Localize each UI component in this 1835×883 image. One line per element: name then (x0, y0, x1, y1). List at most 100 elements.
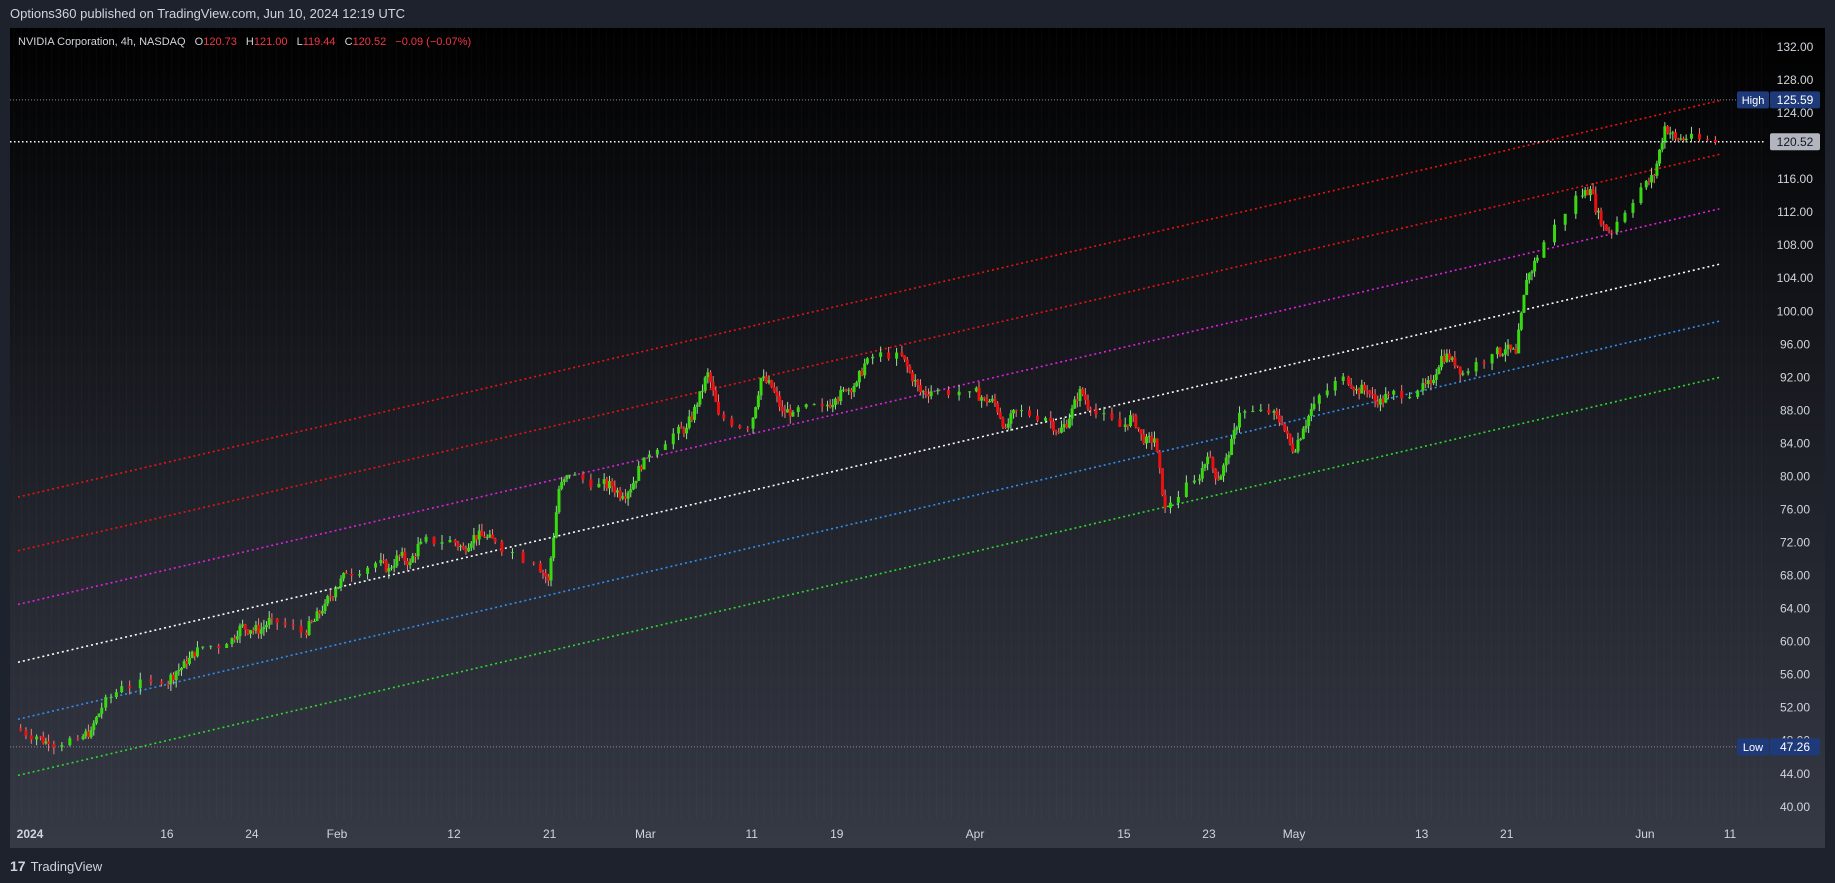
price-tick-label: 84.00 (1780, 436, 1810, 450)
candle-body (1527, 273, 1531, 280)
candle-body (68, 738, 72, 746)
candle-body (379, 559, 383, 564)
price-tick-label: 68.00 (1780, 569, 1810, 583)
candle-body (1644, 180, 1648, 188)
candle-body (1674, 132, 1678, 139)
candle-body (1623, 212, 1627, 222)
tradingview-logo[interactable]: 17 TradingView (10, 858, 102, 874)
candle-body (500, 541, 504, 553)
candle-body (1006, 423, 1010, 428)
candle-body (24, 730, 28, 736)
candle-body (607, 481, 611, 489)
candle-body (695, 404, 699, 407)
candle-body (1370, 394, 1374, 396)
candle-body (1208, 456, 1212, 458)
candle-body (716, 401, 720, 415)
candle-body (1341, 376, 1345, 382)
candle-body (568, 474, 572, 476)
candle-body (1535, 257, 1539, 261)
candle-body (174, 671, 178, 681)
candle-body (1506, 344, 1510, 350)
candle-body (924, 391, 928, 395)
candle-body (847, 389, 851, 391)
candle-body (1070, 408, 1074, 419)
candle-body (762, 376, 766, 379)
time-tick-label: 11 (745, 827, 758, 841)
price-tick-label: 80.00 (1780, 469, 1810, 483)
candle-body (1219, 475, 1223, 480)
price-chart[interactable]: 40.0044.0048.0052.0056.0060.0064.0068.00… (0, 0, 1835, 848)
candle-body (1123, 424, 1127, 427)
candle-body (177, 669, 181, 672)
candle-body (81, 736, 85, 740)
candle-body (1259, 409, 1263, 411)
candle-body (331, 597, 335, 599)
high-value: 125.59 (1777, 93, 1814, 107)
candle-body (41, 736, 45, 744)
candle-body (1530, 271, 1534, 274)
candle-body (299, 626, 303, 633)
candle-body (1352, 387, 1356, 391)
time-tick-label: 24 (245, 827, 259, 841)
candle-body (621, 496, 625, 499)
candle-body (1028, 410, 1032, 416)
candle-body (905, 359, 909, 367)
price-tick-label: 76.00 (1780, 502, 1810, 516)
candle-body (120, 686, 124, 693)
candle-body (993, 398, 997, 403)
candle-body (1243, 411, 1247, 413)
candle-body (1238, 412, 1242, 428)
candle-body (618, 490, 622, 499)
candle-body (1384, 393, 1388, 403)
time-tick-label: 11 (1724, 827, 1737, 841)
candle-body (259, 629, 263, 634)
price-tick-label: 88.00 (1780, 403, 1810, 417)
candle-body (913, 379, 917, 382)
candle-body (1373, 394, 1377, 402)
candle-body (336, 587, 340, 589)
candle-body (863, 363, 867, 376)
candle-body (172, 674, 176, 681)
candle-body (190, 651, 194, 658)
candle-body (1684, 138, 1688, 141)
candle-body (19, 728, 23, 731)
candle-body (767, 380, 771, 383)
candle-body (456, 542, 460, 547)
price-tick-label: 104.00 (1777, 271, 1814, 285)
candle-body (855, 382, 859, 387)
candle-body (374, 563, 378, 568)
candle-body (453, 540, 457, 543)
candle-body (1139, 429, 1143, 435)
candle-body (1426, 380, 1430, 384)
candle-body (1408, 396, 1412, 399)
low-tag-label: Low (1743, 742, 1763, 754)
candle-body (233, 638, 237, 640)
candle-body (1602, 224, 1606, 226)
candle-body (988, 401, 992, 403)
candle-body (304, 632, 308, 635)
candle-body (472, 535, 476, 544)
candle-body (1689, 133, 1693, 139)
candle-body (1679, 138, 1683, 140)
candle-body (836, 398, 840, 402)
time-axis[interactable]: 2024 16 24 Feb 12 21 Mar 11 19 Apr 15 23 May 13 21 Jun 1… (17, 827, 1737, 841)
candle-body (128, 686, 132, 689)
candle-body (791, 412, 795, 417)
candle-body (1176, 496, 1180, 503)
candle-body (1211, 457, 1215, 469)
candle-body (1445, 353, 1449, 362)
candle-body (1296, 439, 1300, 452)
candle-body (908, 366, 912, 373)
candle-body (1647, 180, 1651, 183)
high-label: H (246, 36, 254, 48)
candle-body (413, 555, 417, 557)
candle-body (320, 611, 324, 614)
candle-body (149, 679, 153, 682)
price-tick-label: 112.00 (1777, 205, 1813, 219)
candle-body (358, 573, 362, 576)
candle-body (60, 745, 64, 748)
symbol-legend[interactable]: NVIDIA Corporation, 4h, NASDAQ O120.73 H… (18, 36, 471, 48)
candle-body (1668, 133, 1672, 135)
candle-body (1458, 366, 1462, 375)
price-axis[interactable]: 40.0044.0048.0052.0056.0060.0064.0068.00… (1777, 40, 1814, 814)
